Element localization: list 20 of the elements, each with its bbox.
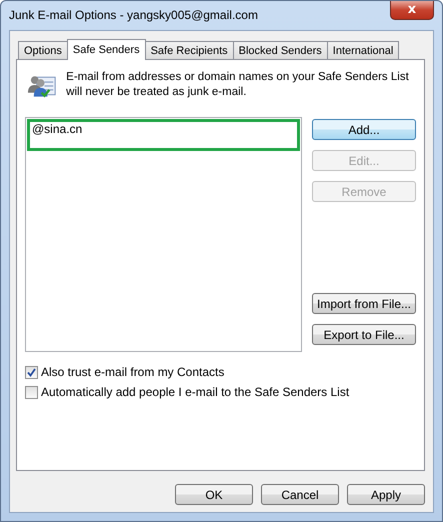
checkbox[interactable] [25, 366, 38, 378]
checkbox[interactable] [25, 386, 38, 398]
tab[interactable]: Safe Recipients [144, 41, 234, 59]
tab[interactable]: Blocked Senders [232, 41, 328, 59]
tab[interactable]: International [326, 41, 400, 59]
side-button[interactable]: Export to File... [312, 324, 416, 345]
dialog-button[interactable]: Apply [347, 484, 425, 505]
side-button[interactable]: Import from File... [312, 293, 416, 314]
list-item[interactable]: @sina.cn [27, 119, 300, 151]
tab[interactable]: Safe Senders [66, 39, 146, 60]
sender-list[interactable]: @sina.cn [25, 117, 302, 352]
dialog-button[interactable]: Cancel [261, 484, 339, 505]
description-text: E-mail from addresses or domain names on your Safe Senders List will never be treated as junk e-mail. [66, 70, 410, 100]
dialog-button[interactable]: OK [175, 484, 253, 505]
side-button[interactable]: Add... [312, 119, 416, 140]
close-button[interactable]: x [390, 1, 434, 20]
window-title: Junk E-mail Options - yangsky005@gmail.com [9, 8, 258, 22]
checkbox-label: Also trust e-mail from my Contacts [41, 365, 224, 379]
tab[interactable]: Options [18, 41, 68, 59]
checkbox-label: Automatically add people I e-mail to the Safe Senders List [41, 385, 350, 399]
